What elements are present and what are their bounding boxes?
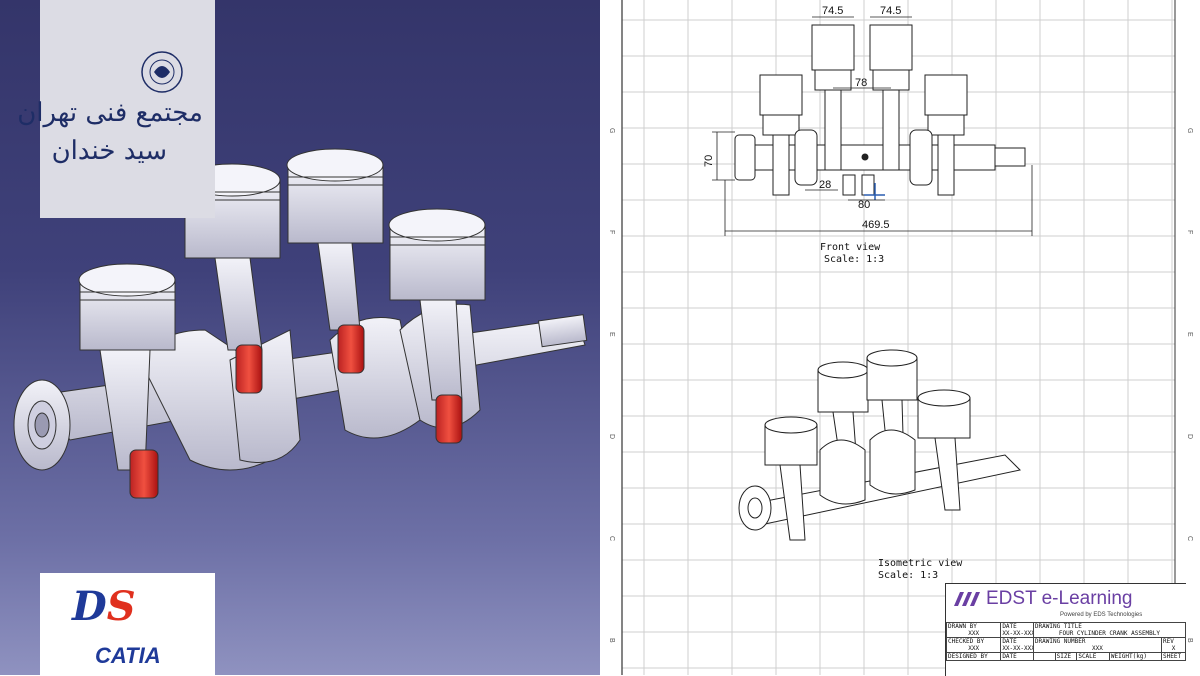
border-letter: E — [608, 332, 615, 337]
ds-logo-icon: DS — [72, 583, 136, 630]
dim-total: 469.5 — [862, 219, 890, 231]
dim-top-right: 74.5 — [880, 5, 901, 17]
edst-logo-icon — [954, 592, 980, 606]
border-letter: B — [608, 638, 615, 643]
front-view — [734, 24, 1026, 200]
catia-name: CATIA — [95, 643, 161, 668]
title-block: EDST e-Learning Powered by EDS Technolog… — [945, 583, 1187, 676]
title-block-table: DRAWN BY XXX DATE XX-XX-XXX DRAWING TITLE F… — [945, 622, 1187, 661]
border-letter: D — [1186, 434, 1193, 439]
dim-height: 70 — [703, 155, 715, 167]
dim-mid: 80 — [858, 199, 870, 211]
front-view-scale: Scale: 1:3 — [824, 254, 884, 265]
drawing-canvas: G G F F E E D D C C B B 74.5 74.5 78 70 28 80… — [608, 0, 1193, 675]
border-letter: C — [1186, 536, 1193, 541]
render-panel: مجتمع فنی تهران سید خندان DS CATIA — [0, 0, 600, 675]
iso-view-scale: Scale: 1:3 — [878, 570, 938, 581]
isometric-view — [738, 349, 1022, 541]
drawing-sheet: G G F F E E D D C C B B 74.5 74.5 78 70 28 80 469.5… — [600, 0, 1200, 675]
border-letter: C — [608, 536, 615, 541]
border-letter: F — [608, 230, 615, 234]
catia-logo-card: DS CATIA — [40, 573, 215, 675]
dim-small: 28 — [819, 179, 831, 191]
dim-top-left: 74.5 — [822, 5, 843, 17]
border-letter: G — [608, 128, 615, 133]
drawing-title: FOUR CYLINDER CRANK ASSEMBLY — [1058, 630, 1161, 637]
edst-brand: EDST e-Learning — [952, 587, 1132, 611]
institute-logo-card: مجتمع فنی تهران سید خندان — [17, 0, 215, 218]
iso-view-title: Isometric view — [878, 558, 963, 569]
edst-brand-name: EDST e-Learning — [986, 588, 1133, 609]
institute-seal-icon — [141, 51, 183, 93]
institute-name-line2: سید خندان — [51, 136, 167, 166]
institute-name-line1: مجتمع فنی تهران — [17, 98, 203, 128]
border-letter: F — [1186, 230, 1193, 234]
edst-powered-by: Powered by EDS Technologies — [1060, 612, 1143, 618]
border-letter: G — [1186, 128, 1193, 133]
border-letter: D — [608, 434, 615, 439]
border-letter: B — [1186, 638, 1193, 643]
border-letter: E — [1186, 332, 1193, 337]
dim-pitch: 78 — [855, 77, 867, 89]
front-view-title: Front view — [820, 242, 881, 253]
